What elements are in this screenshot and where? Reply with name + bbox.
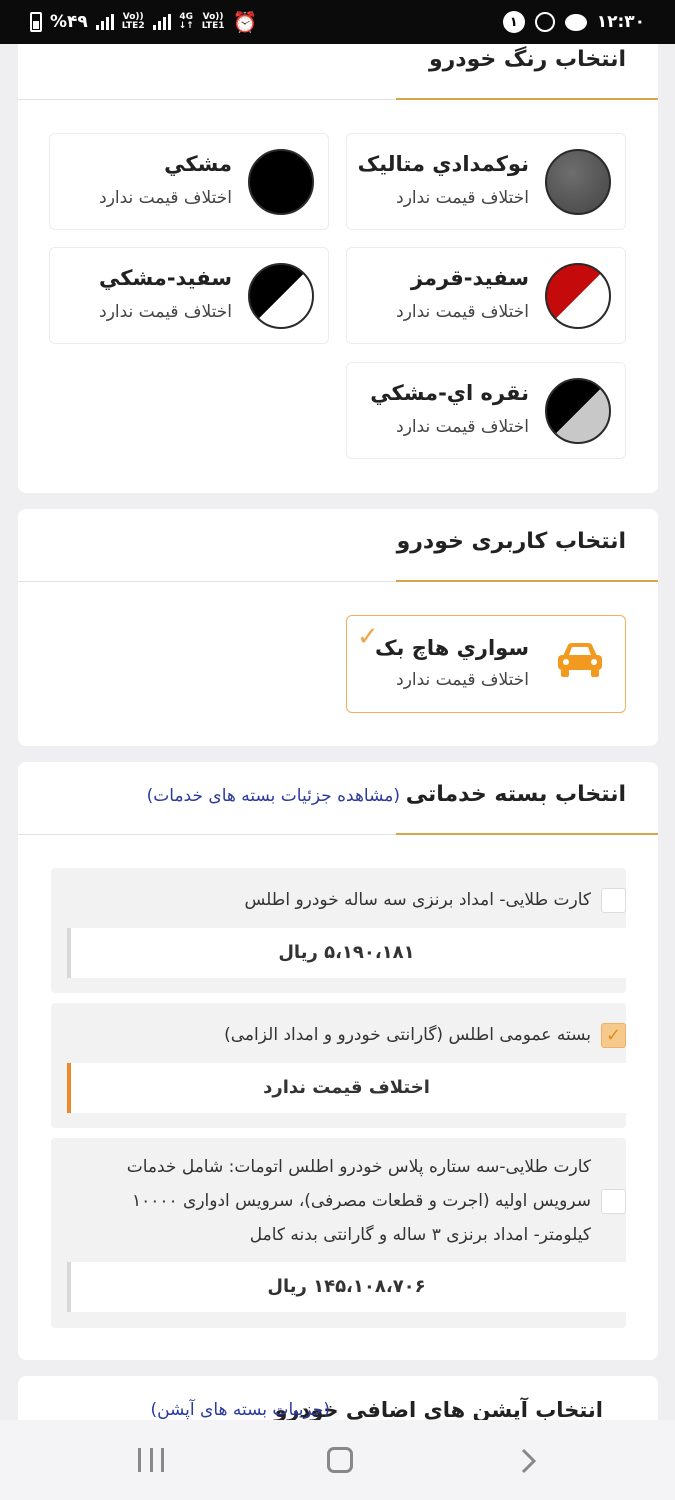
color-price: اختلاف قيمت ندارد bbox=[99, 188, 232, 208]
service-section-header: انتخاب بسته خدماتی (مشاهده جزئیات بسته ه… bbox=[18, 762, 658, 835]
color-price: اختلاف قيمت ندارد bbox=[396, 302, 529, 322]
section-underline bbox=[396, 580, 658, 582]
service-details-link[interactable]: (مشاهده جزئیات بسته های خدمات) bbox=[147, 786, 400, 806]
color-swatch bbox=[248, 263, 314, 329]
color-swatch bbox=[545, 149, 611, 215]
color-option-black[interactable]: مشکي اختلاف قيمت ندارد bbox=[49, 133, 329, 230]
section-underline bbox=[396, 833, 658, 835]
recent-apps-icon[interactable] bbox=[138, 1448, 164, 1472]
package-label: بسته عمومی اطلس (گارانتی خودرو و امداد ا… bbox=[224, 1025, 591, 1045]
system-nav-bar bbox=[0, 1420, 675, 1500]
section-underline bbox=[396, 98, 658, 100]
usage-name: سواري هاچ بک bbox=[375, 636, 529, 660]
package-checkbox-checked[interactable]: ✓ bbox=[601, 1023, 626, 1048]
package-checkbox[interactable] bbox=[601, 1189, 626, 1214]
price-bar bbox=[67, 1063, 71, 1113]
package-price: ۱۴۵،۱۰۸،۷۰۶ ریال bbox=[67, 1262, 626, 1312]
color-option-gray-metallic[interactable]: نوکمدادي متاليک اختلاف قيمت ندارد bbox=[346, 133, 626, 230]
color-section: انتخاب رنگ خودرو نوکمدادي متاليک اختلاف … bbox=[18, 44, 658, 493]
volte-lte2-indicator: Vo)) LTE2 bbox=[121, 12, 145, 31]
status-left: %۴۹ Vo)) LTE2 4G ↓↑ Vo)) LTE1 ⏰ bbox=[30, 0, 257, 44]
package-label: کارت طلایی- امداد برنزی سه ساله خودرو اط… bbox=[244, 890, 591, 910]
service-section: انتخاب بسته خدماتی (مشاهده جزئیات بسته ه… bbox=[18, 762, 658, 1360]
color-option-silver-black[interactable]: نقره اي-مشکي اختلاف قيمت ندارد bbox=[346, 362, 626, 459]
price-bar bbox=[67, 928, 71, 978]
usage-section: انتخاب کاربری خودرو سواري هاچ بک اختلاف … bbox=[18, 509, 658, 746]
color-name: نوکمدادي متاليک bbox=[357, 152, 529, 176]
notification-count: ۱ bbox=[502, 11, 525, 33]
section-title: انتخاب کاربری خودرو bbox=[396, 529, 626, 554]
color-section-header: انتخاب رنگ خودرو bbox=[18, 44, 658, 100]
battery-icon bbox=[30, 12, 42, 32]
color-name: سفيد-مشکي bbox=[98, 266, 232, 290]
color-name: مشکي bbox=[164, 152, 232, 176]
alarm-icon: ⏰ bbox=[232, 10, 258, 34]
color-price: اختلاف قيمت ندارد bbox=[396, 417, 529, 437]
service-package-1[interactable]: کارت طلایی- امداد برنزی سه ساله خودرو اط… bbox=[51, 868, 626, 993]
color-name: نقره اي-مشکي bbox=[370, 381, 529, 405]
clock: ۱۲:۳۰ bbox=[596, 12, 645, 32]
back-icon[interactable] bbox=[514, 1448, 540, 1474]
network-4g-indicator: 4G ↓↑ bbox=[178, 12, 194, 31]
usage-section-header: انتخاب کاربری خودرو bbox=[18, 509, 658, 582]
chrome-icon bbox=[534, 12, 555, 32]
options-details-link[interactable]: (جزییات بسته های آپشن) bbox=[150, 1400, 330, 1420]
section-title: انتخاب رنگ خودرو bbox=[428, 47, 626, 72]
usage-price: اختلاف قيمت ندارد bbox=[396, 670, 529, 690]
service-package-2[interactable]: ✓ بسته عمومی اطلس (گارانتی خودرو و امداد… bbox=[51, 1003, 626, 1128]
package-price: ۵،۱۹۰،۱۸۱ ریال bbox=[67, 928, 626, 978]
status-right: ۱ ۱۲:۳۰ bbox=[502, 0, 645, 44]
home-icon[interactable] bbox=[327, 1447, 353, 1473]
battery-level: %۴۹ bbox=[50, 12, 88, 32]
service-package-3[interactable]: کارت طلایی-سه ستاره پلاس خودرو اطلس اتوم… bbox=[51, 1138, 626, 1328]
package-price: اختلاف قیمت ندارد bbox=[67, 1063, 626, 1113]
signal-icon-2 bbox=[152, 14, 171, 30]
section-title: انتخاب بسته خدماتی bbox=[405, 782, 626, 807]
color-price: اختلاف قيمت ندارد bbox=[99, 302, 232, 322]
usage-option-hatchback[interactable]: سواري هاچ بک اختلاف قيمت ندارد ✓ bbox=[346, 615, 626, 713]
color-price: اختلاف قيمت ندارد bbox=[396, 188, 529, 208]
color-swatch bbox=[545, 263, 611, 329]
color-name: سفيد-قرمز bbox=[410, 266, 529, 290]
color-swatch bbox=[248, 149, 314, 215]
car-icon bbox=[558, 643, 602, 677]
volte-lte1-indicator: Vo)) LTE1 bbox=[201, 12, 225, 31]
color-swatch bbox=[545, 378, 611, 444]
message-icon bbox=[564, 13, 587, 31]
status-bar: %۴۹ Vo)) LTE2 4G ↓↑ Vo)) LTE1 ⏰ ۱ ۱۲:۳۰ bbox=[0, 0, 675, 44]
package-label: کارت طلایی-سه ستاره پلاس خودرو اطلس اتوم… bbox=[126, 1157, 591, 1245]
color-option-white-red[interactable]: سفيد-قرمز اختلاف قيمت ندارد bbox=[346, 247, 626, 344]
color-option-white-black[interactable]: سفيد-مشکي اختلاف قيمت ندارد bbox=[49, 247, 329, 344]
signal-icon bbox=[95, 14, 114, 30]
package-checkbox[interactable] bbox=[601, 888, 626, 913]
selected-check-icon: ✓ bbox=[357, 622, 379, 652]
price-bar bbox=[67, 1262, 71, 1312]
